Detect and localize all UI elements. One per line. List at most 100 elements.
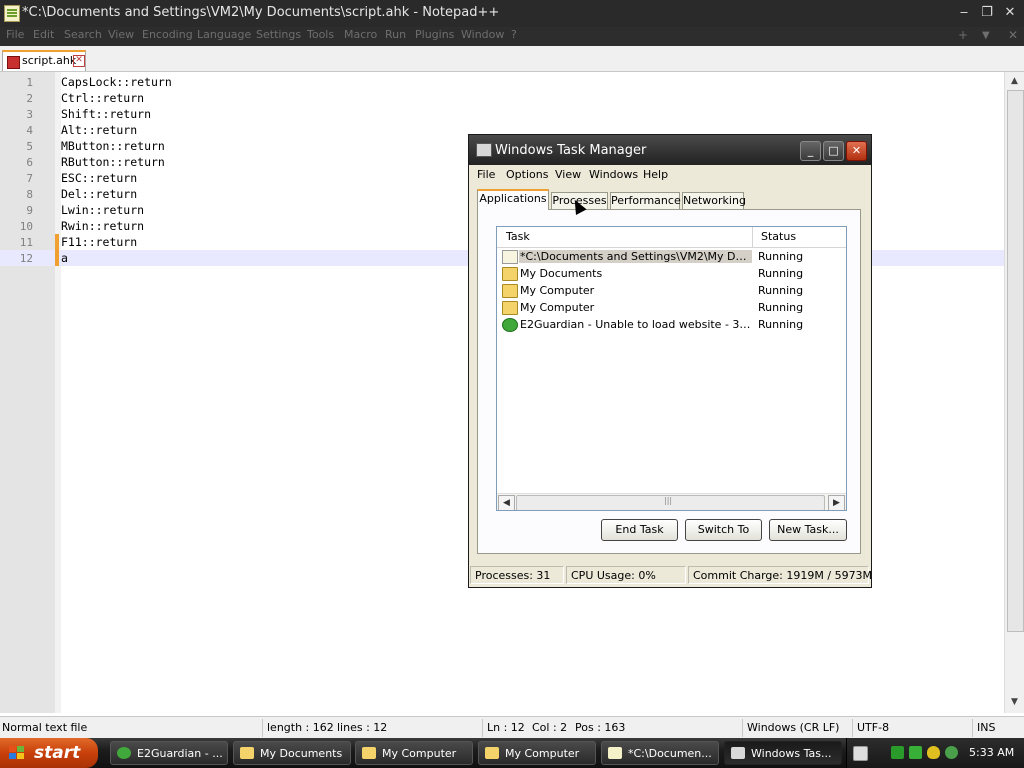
system-tray: 5:33 AM: [846, 738, 1024, 768]
end-task-button[interactable]: End Task: [601, 519, 678, 541]
tab-networking[interactable]: Networking: [682, 192, 746, 209]
menu-settings[interactable]: Settings: [256, 28, 301, 41]
task-row[interactable]: My Computer Running: [497, 283, 846, 300]
folder-icon: [485, 747, 499, 759]
applications-panel: Task Status *C:\Documents and Settings\V…: [477, 209, 861, 554]
menu-search[interactable]: Search: [64, 28, 102, 41]
scroll-right-icon[interactable]: ▶: [828, 495, 845, 510]
notepad-app-icon: [4, 5, 20, 22]
restore-button[interactable]: ❐: [977, 4, 997, 22]
menu-help[interactable]: ?: [511, 28, 517, 41]
close-document-icon[interactable]: ✕: [1008, 28, 1018, 42]
clock: 5:33 AM: [969, 746, 1015, 759]
status-separator: [852, 719, 853, 737]
taskbar: start E2Guardian - ... My Documents My Com…: [0, 738, 1024, 768]
code-text: a: [61, 251, 68, 265]
tm-close-button[interactable]: ✕: [846, 141, 867, 161]
scroll-thumb[interactable]: [1007, 90, 1024, 632]
start-label: start: [34, 743, 81, 763]
notepad-menu-bar: File Edit Search View Encoding Language …: [0, 27, 1024, 46]
taskbar-button-label: My Documents: [260, 747, 343, 760]
taskbar-button[interactable]: E2Guardian - ...: [110, 741, 228, 765]
new-document-icon[interactable]: +: [958, 28, 968, 42]
menu-plugins[interactable]: Plugins: [415, 28, 454, 41]
status-encoding: UTF-8: [857, 721, 890, 734]
menu-language[interactable]: Language: [197, 28, 251, 41]
h-icon[interactable]: [909, 746, 922, 759]
switch-to-button[interactable]: Switch To: [685, 519, 762, 541]
dropdown-icon[interactable]: ▼: [982, 30, 990, 41]
menu-run[interactable]: Run: [385, 28, 406, 41]
task-row[interactable]: My Computer Running: [497, 300, 846, 317]
taskbar-button[interactable]: My Computer: [355, 741, 473, 765]
column-task[interactable]: Task: [506, 230, 530, 243]
menu-edit[interactable]: Edit: [33, 28, 54, 41]
green-square-icon[interactable]: [891, 746, 904, 759]
task-name: My Computer: [520, 284, 595, 297]
new-task-button[interactable]: New Task...: [769, 519, 847, 541]
code-line[interactable]: 2 Ctrl::return: [0, 90, 1004, 106]
task-row[interactable]: My Documents Running: [497, 266, 846, 283]
column-status[interactable]: Status: [761, 230, 796, 243]
task-list-header: Task Status: [497, 227, 846, 248]
task-list-horizontal-scrollbar[interactable]: ◀ ||| ▶: [497, 493, 846, 510]
menu-tools[interactable]: Tools: [307, 28, 334, 41]
tm-menu-file[interactable]: File: [477, 168, 495, 181]
minimize-button[interactable]: ‒: [954, 4, 974, 22]
status-separator: [742, 719, 743, 737]
menu-encoding[interactable]: Encoding: [142, 28, 193, 41]
tm-menu-view[interactable]: View: [555, 168, 581, 181]
menu-view[interactable]: View: [108, 28, 134, 41]
shield-icon[interactable]: [927, 746, 940, 759]
notepad-tab-bar: script.ahk ✕: [0, 46, 1024, 72]
line-number: 8: [26, 188, 33, 201]
column-divider[interactable]: [752, 227, 753, 247]
scroll-up-icon[interactable]: ▲: [1008, 75, 1021, 88]
taskbar-button[interactable]: Windows Tas...: [724, 741, 842, 765]
code-text: F11::return: [61, 235, 138, 249]
editor-vertical-scrollbar[interactable]: ▲ ▼: [1004, 72, 1024, 713]
taskbar-button[interactable]: My Computer: [478, 741, 596, 765]
code-line[interactable]: 1 CapsLock::return: [0, 74, 1004, 90]
tm-menu-help[interactable]: Help: [643, 168, 668, 181]
code-text: RButton::return: [61, 155, 165, 169]
task-row[interactable]: *C:\Documents and Settings\VM2\My Docume…: [497, 249, 846, 266]
keyboard-icon[interactable]: [853, 746, 868, 761]
tm-maximize-button[interactable]: □: [823, 141, 844, 161]
notepad-status-bar: Normal text file length : 162 lines : 12…: [0, 716, 1024, 739]
code-line[interactable]: 3 Shift::return: [0, 106, 1004, 122]
menu-window[interactable]: Window: [461, 28, 504, 41]
scroll-left-icon[interactable]: ◀: [498, 495, 515, 510]
folder-icon: [502, 267, 518, 281]
menu-macro[interactable]: Macro: [344, 28, 377, 41]
tab-performance[interactable]: Performance: [610, 192, 681, 209]
tm-minimize-button[interactable]: _: [800, 141, 821, 161]
tm-menu-windows[interactable]: Windows: [589, 168, 638, 181]
start-button[interactable]: start: [0, 738, 98, 768]
tm-menu-options[interactable]: Options: [506, 168, 548, 181]
change-marker: [55, 250, 59, 266]
tab-script-ahk[interactable]: script.ahk ✕: [2, 50, 86, 71]
task-list[interactable]: Task Status *C:\Documents and Settings\V…: [496, 226, 847, 511]
taskbar-button[interactable]: My Documents: [233, 741, 351, 765]
taskbar-button[interactable]: *C:\Documen...: [601, 741, 719, 765]
scroll-thumb[interactable]: |||: [516, 495, 825, 510]
change-marker: [55, 234, 59, 250]
task-manager-title-bar[interactable]: Windows Task Manager _ □ ✕: [469, 135, 871, 165]
folder-icon: [502, 301, 518, 315]
menu-file[interactable]: File: [6, 28, 24, 41]
task-manager-menu-bar: File Options View Windows Help: [469, 165, 871, 185]
taskbar-button-label: E2Guardian - ...: [137, 747, 223, 760]
line-number: 1: [26, 76, 33, 89]
close-tab-icon[interactable]: ✕: [73, 55, 85, 67]
network-icon[interactable]: [945, 746, 958, 759]
notepad-title-bar[interactable]: *C:\Documents and Settings\VM2\My Docume…: [0, 0, 1024, 27]
task-row[interactable]: E2Guardian - Unable to load website - 36…: [497, 317, 846, 334]
scroll-down-icon[interactable]: ▼: [1008, 696, 1021, 709]
line-number: 2: [26, 92, 33, 105]
close-button[interactable]: ✕: [1000, 4, 1020, 22]
line-number: 4: [26, 124, 33, 137]
task-status: Running: [758, 250, 804, 263]
tab-applications[interactable]: Applications: [477, 189, 549, 210]
code-text: Lwin::return: [61, 203, 145, 217]
